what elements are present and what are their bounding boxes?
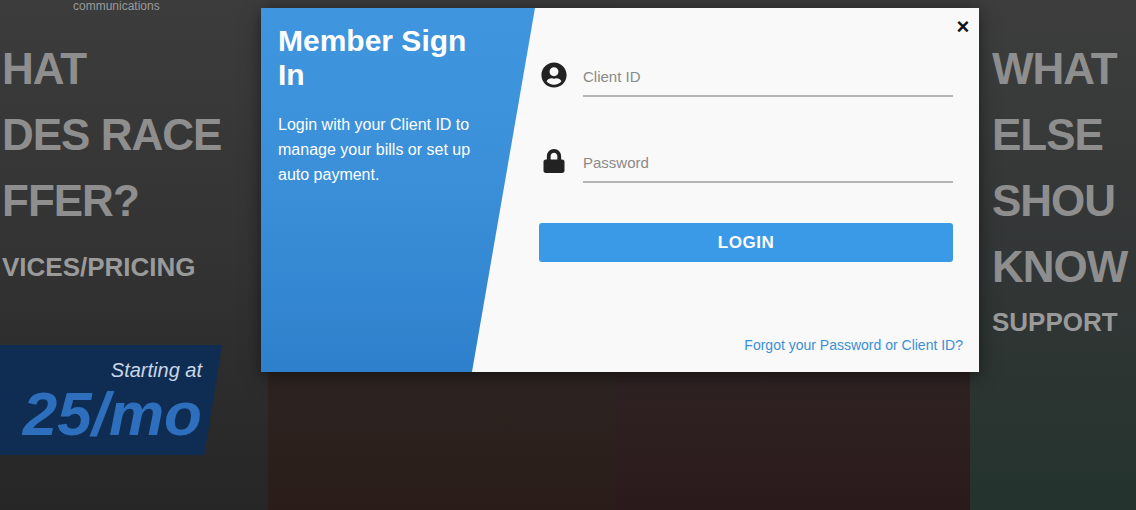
field-list bbox=[539, 52, 953, 184]
promo-box: Starting at25/mo bbox=[0, 345, 222, 455]
heading-line: SHOU bbox=[992, 168, 1136, 234]
page: communications HATDES RACEFFER? VICES/PRIC… bbox=[0, 0, 1136, 510]
dialog-description: Login with your Client ID to manage your… bbox=[278, 112, 500, 187]
support-link[interactable]: SUPPORT bbox=[992, 306, 1136, 338]
login-button[interactable]: LOGIN bbox=[539, 223, 953, 262]
link-row: Forgot your Password or Client ID? bbox=[539, 336, 963, 354]
promo-price: 25/mo bbox=[23, 381, 202, 447]
login-form: LOGIN Forgot your Password or Client ID? bbox=[535, 8, 979, 372]
user-icon bbox=[541, 62, 567, 88]
dialog-side-panel: Member Sign In Login with your Client ID … bbox=[261, 8, 535, 372]
field-row bbox=[539, 138, 953, 184]
services-link[interactable]: VICES/PRICING bbox=[0, 251, 268, 283]
password-input[interactable] bbox=[583, 139, 953, 183]
field-icon-box bbox=[539, 62, 569, 88]
left-heading: HATDES RACEFFER? bbox=[0, 36, 268, 234]
lock-icon bbox=[543, 149, 565, 173]
promo-label: Starting at bbox=[111, 359, 202, 381]
heading-line: HAT bbox=[2, 36, 268, 102]
field-row bbox=[539, 52, 953, 98]
close-button[interactable]: × bbox=[953, 14, 973, 40]
client-id-input[interactable] bbox=[583, 53, 953, 97]
field-icon-box bbox=[539, 149, 569, 173]
right-column: WHATELSESHOUKNOW SUPPORT bbox=[970, 0, 1136, 510]
heading-line: FFER? bbox=[2, 168, 268, 234]
heading-line: ELSE bbox=[992, 102, 1136, 168]
logo-text: communications bbox=[0, 0, 268, 12]
heading-line: DES RACE bbox=[2, 102, 268, 168]
dialog-title: Member Sign In bbox=[278, 24, 478, 92]
sign-in-dialog: Member Sign In Login with your Client ID … bbox=[261, 8, 979, 372]
left-column: communications HATDES RACEFFER? VICES/PRIC… bbox=[0, 0, 268, 510]
forgot-link[interactable]: Forgot your Password or Client ID? bbox=[744, 336, 963, 354]
heading-line: WHAT bbox=[992, 36, 1136, 102]
heading-line: KNOW bbox=[992, 234, 1136, 300]
